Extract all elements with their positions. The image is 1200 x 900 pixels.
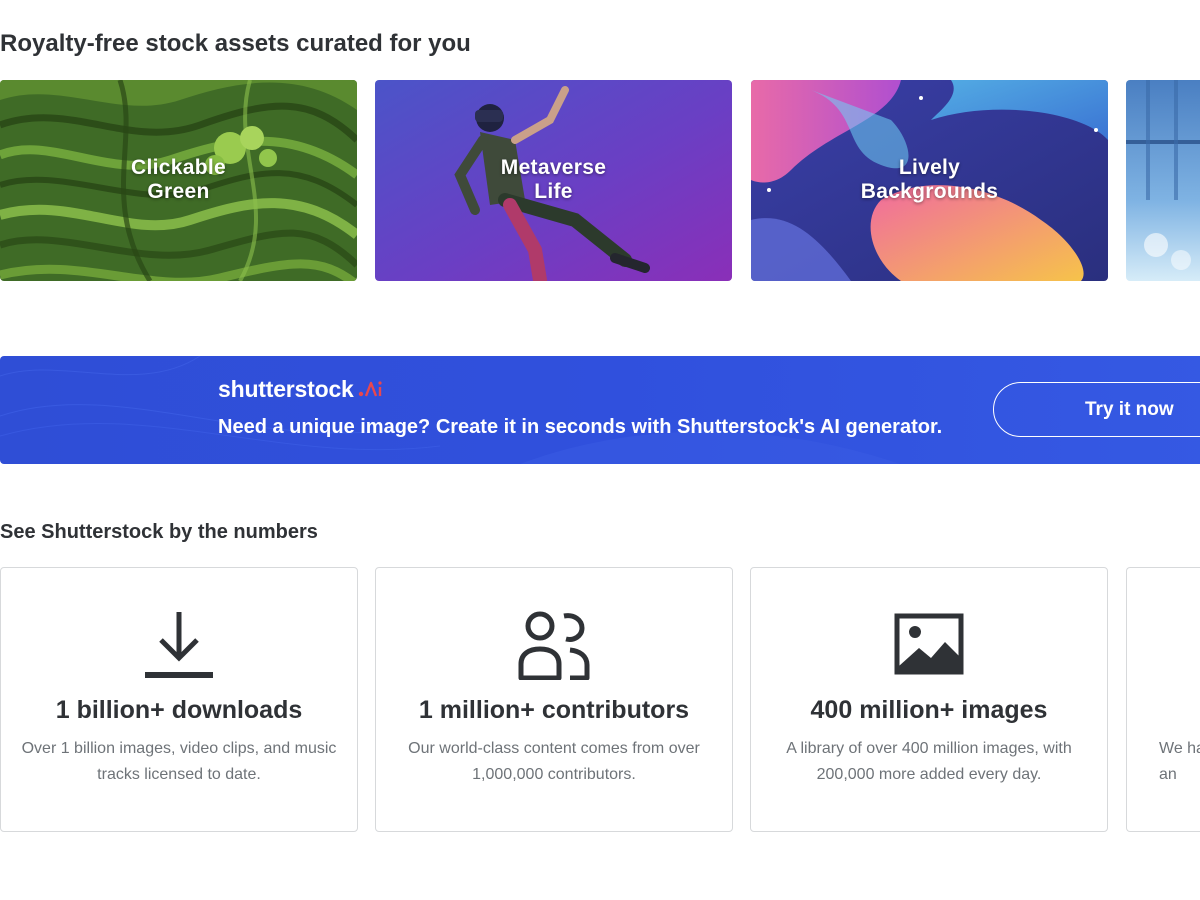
numbers-cards: 1 billion+ downloads Over 1 billion imag…: [0, 567, 1200, 832]
stat-description: Our world-class content comes from over …: [408, 740, 700, 783]
curated-card-metaverse-life[interactable]: Metaverse Life: [375, 80, 732, 281]
curated-carousel: Clickable Green Metaverse Life Lively Ba…: [0, 80, 1200, 281]
curated-card-lively-backgrounds[interactable]: Lively Backgrounds: [751, 80, 1108, 281]
shutterstock-ai-logo: shutterstock: [218, 374, 384, 404]
curated-card-partial[interactable]: [1126, 80, 1200, 281]
curated-section-title: Royalty-free stock assets curated for yo…: [0, 30, 471, 57]
contributors-icon: [518, 611, 590, 680]
ai-logo-mark-icon: [358, 381, 382, 397]
try-it-now-button[interactable]: Try it now: [993, 382, 1200, 437]
curated-card-clickable-green[interactable]: Clickable Green: [0, 80, 357, 281]
curated-card-label: Clickable Green: [131, 156, 226, 203]
stat-headline: 400 million+ images: [810, 696, 1048, 724]
download-icon: [145, 612, 213, 678]
stat-card-downloads: 1 billion+ downloads Over 1 billion imag…: [0, 567, 358, 832]
page: Royalty-free stock assets curated for yo…: [0, 0, 1200, 900]
stat-description: Over 1 billion images, video clips, and …: [21, 740, 337, 783]
stat-headline: 1 billion+ downloads: [55, 696, 303, 724]
stat-card-contributors: 1 million+ contributors Our world-class …: [375, 567, 733, 832]
ai-banner-message: Need a unique image? Create it in second…: [218, 416, 943, 438]
curated-card-label: Lively Backgrounds: [860, 156, 999, 203]
stat-headline: 1 million+ contributors: [418, 696, 690, 724]
image-icon: [894, 613, 964, 675]
blue-water-image: [1126, 80, 1200, 281]
stat-card-images: 400 million+ images A library of over 40…: [750, 567, 1108, 832]
stat-description: A library of over 400 million images, wi…: [786, 740, 1072, 783]
numbers-section-title: See Shutterstock by the numbers: [0, 521, 318, 543]
stat-card-partial: We ha an: [1126, 567, 1200, 832]
logo-text: shutterstock: [218, 375, 354, 402]
curated-card-label: Metaverse Life: [500, 156, 607, 203]
stat-description: We ha an: [1159, 740, 1200, 783]
